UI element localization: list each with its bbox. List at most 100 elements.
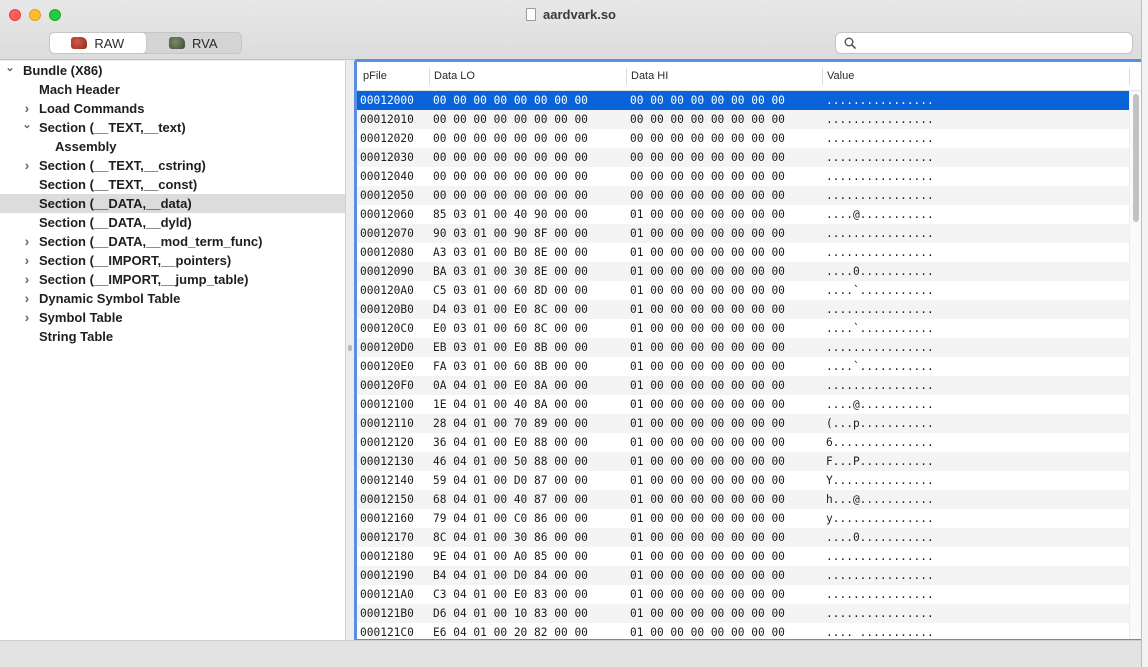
table-row[interactable]: 000120D0 EB 03 01 00 E0 8B 00 00 01 00 00 … xyxy=(357,338,1129,357)
outline-item[interactable]: Section (__DATA,__data) xyxy=(0,194,345,213)
raw-mode-icon xyxy=(71,37,88,49)
outline-item[interactable]: › Load Commands xyxy=(0,99,345,118)
table-row[interactable]: 00012110 28 04 01 00 70 89 00 00 01 00 00 … xyxy=(357,414,1129,433)
table-row[interactable]: 000120C0 E0 03 01 00 60 8C 00 00 01 00 00 … xyxy=(357,319,1129,338)
chevron-down-icon[interactable]: ⌄ xyxy=(4,61,16,80)
cell-offset: 000120C0 xyxy=(360,322,414,335)
chevron-right-icon[interactable]: › xyxy=(21,270,33,289)
cell-data-lo: 9E 04 01 00 A0 85 00 00 xyxy=(433,550,588,563)
cell-data-lo: 85 03 01 00 40 90 00 00 xyxy=(433,208,588,221)
scrollbar-thumb[interactable] xyxy=(1133,94,1139,222)
table-row[interactable]: 000121A0 C3 04 01 00 E0 83 00 00 01 00 00 … xyxy=(357,585,1129,604)
cell-offset: 00012150 xyxy=(360,493,414,506)
cell-offset: 000120E0 xyxy=(360,360,414,373)
table-row[interactable]: 00012150 68 04 01 00 40 87 00 00 01 00 00 … xyxy=(357,490,1129,509)
table-row[interactable]: 00012010 00 00 00 00 00 00 00 00 00 00 00 … xyxy=(357,110,1129,129)
chevron-right-icon[interactable]: › xyxy=(21,251,33,270)
table-row[interactable]: 00012030 00 00 00 00 00 00 00 00 00 00 00 … xyxy=(357,148,1129,167)
table-row[interactable]: 00012050 00 00 00 00 00 00 00 00 00 00 00 … xyxy=(357,186,1129,205)
search-input[interactable] xyxy=(862,35,1127,51)
outline-item[interactable]: › Section (__IMPORT,__jump_table) xyxy=(0,270,345,289)
outline-item[interactable]: Section (__TEXT,__const) xyxy=(0,175,345,194)
outline-item-label: Section (__TEXT,__text) xyxy=(39,120,186,135)
cell-data-lo: D6 04 01 00 10 83 00 00 xyxy=(433,607,588,620)
column-header-value[interactable]: Value xyxy=(824,62,1124,91)
column-separator[interactable] xyxy=(626,68,627,85)
cell-data-hi: 00 00 00 00 00 00 00 00 xyxy=(630,151,785,164)
cell-data-lo: 00 00 00 00 00 00 00 00 xyxy=(433,151,588,164)
table-row[interactable]: 000121B0 D6 04 01 00 10 83 00 00 01 00 00 … xyxy=(357,604,1129,623)
chevron-right-icon[interactable]: › xyxy=(21,289,33,308)
outline-item[interactable]: › Dynamic Symbol Table xyxy=(0,289,345,308)
cell-data-lo: 28 04 01 00 70 89 00 00 xyxy=(433,417,588,430)
cell-data-hi: 01 00 00 00 00 00 00 00 xyxy=(630,417,785,430)
table-row[interactable]: 00012170 8C 04 01 00 30 86 00 00 01 00 00 … xyxy=(357,528,1129,547)
column-separator[interactable] xyxy=(429,68,430,85)
cell-data-lo: FA 03 01 00 60 8B 00 00 xyxy=(433,360,588,373)
cell-offset: 000121A0 xyxy=(360,588,414,601)
cell-data-hi: 01 00 00 00 00 00 00 00 xyxy=(630,322,785,335)
cell-data-lo: D4 03 01 00 E0 8C 00 00 xyxy=(433,303,588,316)
outline-item-label: Section (__DATA,__dyld) xyxy=(39,215,192,230)
cell-data-hi: 01 00 00 00 00 00 00 00 xyxy=(630,474,785,487)
table-row[interactable]: 00012070 90 03 01 00 90 8F 00 00 01 00 00 … xyxy=(357,224,1129,243)
table-row[interactable]: 000120F0 0A 04 01 00 E0 8A 00 00 01 00 00 … xyxy=(357,376,1129,395)
outline-item[interactable]: › Symbol Table xyxy=(0,308,345,327)
table-row[interactable]: 00012040 00 00 00 00 00 00 00 00 00 00 00 … xyxy=(357,167,1129,186)
cell-data-lo: C5 03 01 00 60 8D 00 00 xyxy=(433,284,588,297)
cell-value: ....0........... xyxy=(826,531,934,544)
raw-mode-tab[interactable]: RAW xyxy=(50,33,146,53)
column-header-data-lo[interactable]: Data LO xyxy=(431,62,626,91)
outline-item[interactable]: Mach Header xyxy=(0,80,345,99)
table-row[interactable]: 00012120 36 04 01 00 E0 88 00 00 01 00 00 … xyxy=(357,433,1129,452)
table-row[interactable]: 00012090 BA 03 01 00 30 8E 00 00 01 00 00 … xyxy=(357,262,1129,281)
column-header-data-hi[interactable]: Data HI xyxy=(628,62,822,91)
chevron-down-icon[interactable]: ⌄ xyxy=(21,118,33,137)
vertical-scrollbar[interactable] xyxy=(1129,91,1141,639)
mode-segmented-control: RAW RVA xyxy=(49,32,242,54)
cell-data-hi: 00 00 00 00 00 00 00 00 xyxy=(630,189,785,202)
table-row[interactable]: 00012020 00 00 00 00 00 00 00 00 00 00 00 … xyxy=(357,129,1129,148)
outline-item[interactable]: Assembly xyxy=(0,137,345,156)
outline-item-label: Symbol Table xyxy=(39,310,123,325)
outline-item[interactable]: Section (__DATA,__dyld) xyxy=(0,213,345,232)
cell-data-lo: 0A 04 01 00 E0 8A 00 00 xyxy=(433,379,588,392)
outline-item[interactable]: ⌄ Section (__TEXT,__text) xyxy=(0,118,345,137)
search-field[interactable] xyxy=(835,32,1133,54)
rva-mode-tab[interactable]: RVA xyxy=(146,33,242,53)
table-row[interactable]: 00012000 00 00 00 00 00 00 00 00 00 00 00 … xyxy=(357,91,1129,110)
table-row[interactable]: 00012080 A3 03 01 00 B0 8E 00 00 01 00 00 … xyxy=(357,243,1129,262)
table-row[interactable]: 00012190 B4 04 01 00 D0 84 00 00 01 00 00 … xyxy=(357,566,1129,585)
outline-item-label: Section (__DATA,__mod_term_func) xyxy=(39,234,263,249)
chevron-right-icon[interactable]: › xyxy=(21,308,33,327)
table-row[interactable]: 00012100 1E 04 01 00 40 8A 00 00 01 00 00 … xyxy=(357,395,1129,414)
table-row[interactable]: 000120E0 FA 03 01 00 60 8B 00 00 01 00 00 … xyxy=(357,357,1129,376)
table-row[interactable]: 000120B0 D4 03 01 00 E0 8C 00 00 01 00 00 … xyxy=(357,300,1129,319)
table-row[interactable]: 00012160 79 04 01 00 C0 86 00 00 01 00 00 … xyxy=(357,509,1129,528)
chevron-right-icon[interactable]: › xyxy=(21,232,33,251)
table-row[interactable]: 00012140 59 04 01 00 D0 87 00 00 01 00 00 … xyxy=(357,471,1129,490)
table-row[interactable]: 00012180 9E 04 01 00 A0 85 00 00 01 00 00 … xyxy=(357,547,1129,566)
table-row[interactable]: 000120A0 C5 03 01 00 60 8D 00 00 01 00 00 … xyxy=(357,281,1129,300)
cell-data-hi: 01 00 00 00 00 00 00 00 xyxy=(630,531,785,544)
outline-item[interactable]: › Section (__DATA,__mod_term_func) xyxy=(0,232,345,251)
chevron-right-icon[interactable]: › xyxy=(21,156,33,175)
cell-value: F...P........... xyxy=(826,455,934,468)
background-window-edge xyxy=(1142,0,1148,667)
column-header-pfile[interactable]: pFile xyxy=(360,62,430,91)
outline-item[interactable]: String Table xyxy=(0,327,345,346)
table-row[interactable]: 00012060 85 03 01 00 40 90 00 00 01 00 00 … xyxy=(357,205,1129,224)
search-icon xyxy=(844,37,856,49)
chevron-right-icon[interactable]: › xyxy=(21,99,33,118)
outline-item[interactable]: › Section (__TEXT,__cstring) xyxy=(0,156,345,175)
cell-data-lo: 46 04 01 00 50 88 00 00 xyxy=(433,455,588,468)
split-view-divider[interactable] xyxy=(348,345,352,351)
table-row[interactable]: 00012130 46 04 01 00 50 88 00 00 01 00 00 … xyxy=(357,452,1129,471)
cell-offset: 00012040 xyxy=(360,170,414,183)
cell-value: ....`........... xyxy=(826,284,934,297)
cell-data-lo: BA 03 01 00 30 8E 00 00 xyxy=(433,265,588,278)
outline-item[interactable]: › Section (__IMPORT,__pointers) xyxy=(0,251,345,270)
column-separator[interactable] xyxy=(1129,68,1130,85)
outline-item[interactable]: ⌄ Bundle (X86) xyxy=(0,61,345,80)
column-separator[interactable] xyxy=(822,68,823,85)
